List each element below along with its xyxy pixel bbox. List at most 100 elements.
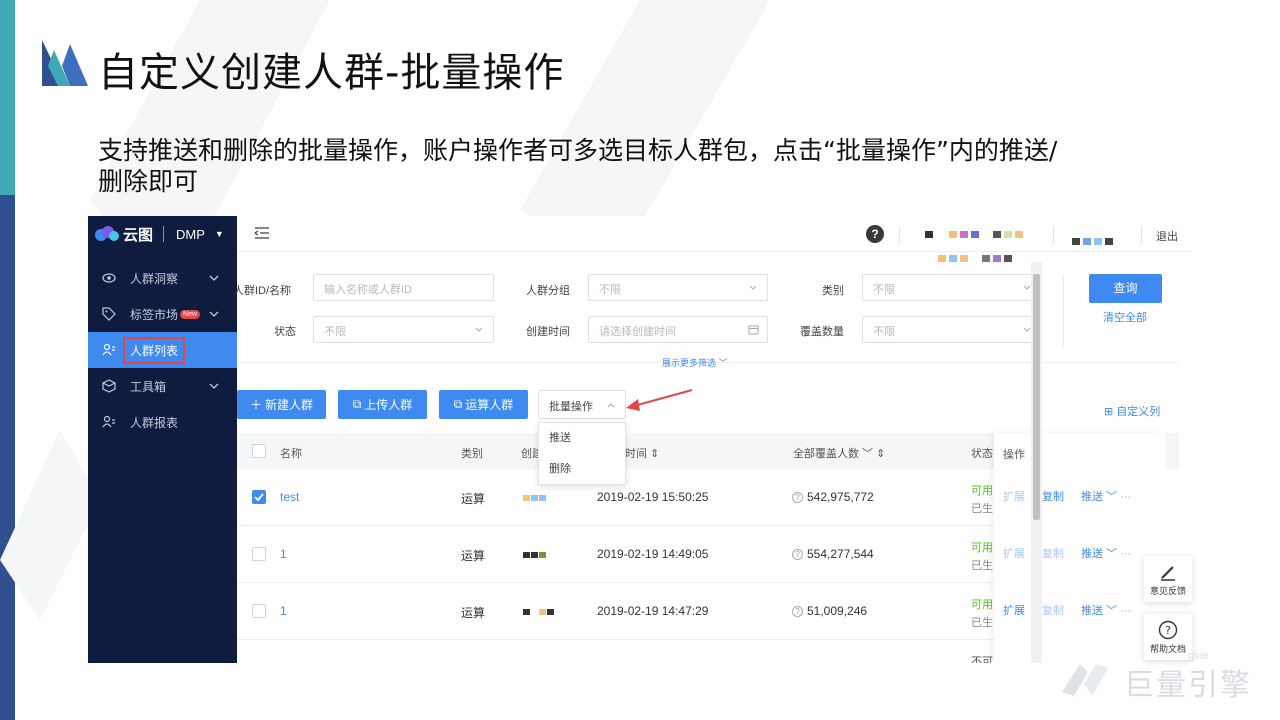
more-icon[interactable]: ···	[1120, 548, 1131, 560]
slide-description: 支持推送和删除的批量操作，账户操作者可多选目标人群包，点击“批量操作”内的推送/…	[98, 136, 1058, 196]
coverage-value: ? 542,975,772	[792, 490, 874, 504]
more-filters-toggle[interactable]: 展示更多筛选 ﹀	[662, 356, 728, 369]
expand-link[interactable]: 扩展	[1003, 602, 1025, 618]
chevron-up-icon	[607, 403, 615, 408]
filter-label-status: 状态	[274, 326, 296, 338]
column-header-status: 状态	[971, 448, 993, 460]
status-badge: 可用	[971, 599, 993, 611]
report-icon	[102, 415, 115, 428]
copy-link[interactable]: 复制	[1042, 602, 1064, 618]
category-select[interactable]: 不限	[862, 274, 1042, 301]
column-header-coverage[interactable]: 全部覆盖人数 ﹀ ⇕	[793, 445, 885, 461]
crowd-category: 运算	[461, 492, 486, 506]
chevron-down-icon	[1023, 327, 1031, 332]
sort-icon: ⇕	[650, 448, 660, 460]
sidebar-item-toolbox[interactable]: 工具箱	[88, 368, 237, 404]
product-switcher[interactable]: DMP	[176, 227, 205, 242]
batch-operation-menu: 推送 删除	[538, 422, 626, 485]
crowd-name-link[interactable]: 1	[280, 547, 287, 561]
status-badge: 可用	[971, 485, 993, 497]
status-select[interactable]: 不限	[313, 316, 494, 343]
push-dropdown[interactable]: 推送 ﹀ ···	[1081, 488, 1131, 504]
group-select[interactable]: 不限	[588, 274, 768, 301]
question-icon: ?	[792, 549, 803, 560]
help-docs-button[interactable]: ? 帮助文档	[1144, 614, 1192, 660]
push-dropdown[interactable]: 推送 ﹀ ···	[1081, 602, 1131, 618]
sidebar-item-label: 工具箱	[130, 379, 167, 394]
compute-crowd-button[interactable]: ⧉ 运算人群	[439, 390, 528, 419]
menu-collapse-icon[interactable]	[254, 226, 270, 240]
help-icon[interactable]: ?	[866, 225, 884, 243]
user-name-blurred[interactable]	[1072, 232, 1116, 250]
sort-icon: ⇕	[876, 448, 886, 460]
sidebar-item-crowd-list[interactable]: 人群列表	[88, 332, 237, 368]
eye-icon	[102, 273, 116, 283]
row-checkbox[interactable]	[252, 604, 266, 618]
column-header-time[interactable]: 时间 ⇕	[625, 445, 659, 461]
row-checkbox[interactable]	[252, 490, 266, 504]
row-checkbox[interactable]	[252, 547, 266, 561]
batch-operation-button[interactable]: 批量操作	[538, 390, 626, 419]
batch-menu-item-delete[interactable]: 删除	[539, 454, 625, 485]
app-screenshot: 云图 DMP ▼ 人群洞察 标签市场 New 人群列表 工具箱 人群报表 ? 退…	[88, 216, 1192, 663]
box-icon	[102, 379, 116, 393]
upload-crowd-button[interactable]: ⧉ 上传人群	[338, 390, 427, 419]
group-select-value: 不限	[599, 284, 621, 296]
more-icon[interactable]: ···	[1120, 491, 1131, 503]
top-bar: ? 退出	[237, 216, 1192, 262]
column-header-coverage-label: 全部覆盖人数	[793, 448, 859, 460]
status-select-value: 不限	[324, 326, 346, 338]
divider	[1053, 226, 1054, 244]
sidebar-item-crowd-report[interactable]: 人群报表	[88, 404, 237, 440]
operations-column: 操作 扩展 复制 推送 ﹀ ··· 扩展 复制 推送 ﹀ ··· 扩展 复制 推…	[994, 433, 1166, 663]
batch-menu-item-push[interactable]: 推送	[539, 423, 625, 454]
coverage-select[interactable]: 不限	[862, 316, 1042, 343]
sidebar: 云图 DMP ▼ 人群洞察 标签市场 New 人群列表 工具箱 人群报表	[88, 216, 237, 663]
question-circle-icon: ?	[1158, 620, 1178, 640]
new-badge: New	[180, 309, 201, 319]
copy-link[interactable]: 复制	[1042, 545, 1064, 561]
search-input[interactable]: 输入名称或人群ID	[313, 274, 494, 301]
question-icon: ?	[792, 606, 803, 617]
chevron-down-icon	[209, 383, 219, 389]
push-label: 推送	[1081, 491, 1103, 503]
svg-text:?: ?	[1165, 624, 1171, 637]
divider	[1063, 275, 1064, 347]
grid-icon: ⊞	[1104, 406, 1114, 418]
coverage-number: 554,277,544	[807, 547, 874, 561]
feedback-button[interactable]: 意见反馈	[1144, 556, 1192, 602]
more-icon[interactable]: ···	[1120, 605, 1131, 617]
scrollbar-thumb[interactable]	[1033, 274, 1040, 520]
chevron-down-icon	[749, 285, 757, 290]
push-label: 推送	[1081, 548, 1103, 560]
query-button[interactable]: 查询	[1089, 274, 1162, 303]
chevron-down-icon	[209, 275, 219, 281]
select-all-checkbox[interactable]	[252, 444, 266, 458]
push-dropdown[interactable]: 推送 ﹀ ···	[1081, 545, 1131, 561]
sidebar-item-insight[interactable]: 人群洞察	[88, 260, 237, 296]
more-filters-label: 展示更多筛选	[662, 358, 717, 368]
column-header-time-label: 时间	[625, 448, 647, 460]
crowd-name-link[interactable]: 1	[280, 604, 287, 618]
create-time-picker[interactable]: 请选择创建时间	[588, 316, 768, 343]
clear-all-link[interactable]: 清空全部	[1103, 309, 1147, 325]
logout-link[interactable]: 退出	[1156, 228, 1178, 244]
compute-crowd-label: 运算人群	[465, 398, 514, 412]
tag-icon	[102, 307, 116, 321]
sidebar-item-label: 人群列表	[123, 336, 186, 364]
new-crowd-button[interactable]: ＋新建人群	[237, 390, 326, 419]
users-icon	[102, 343, 115, 356]
copy-link[interactable]: 复制	[1042, 488, 1064, 504]
slide-logo-icon	[42, 40, 88, 86]
crowd-name-link[interactable]: test	[280, 490, 299, 504]
coverage-number: 51,009,246	[807, 604, 868, 618]
filter-label-create-time: 创建时间	[526, 326, 570, 338]
custom-columns-link[interactable]: ⊞ 自定义列	[1104, 403, 1160, 419]
feedback-label: 意见反馈	[1149, 586, 1186, 596]
caret-down-icon[interactable]: ▼	[215, 229, 224, 239]
expand-link[interactable]: 扩展	[1003, 488, 1025, 504]
slide-accent-bar-bottom	[0, 195, 15, 720]
expand-link[interactable]: 扩展	[1003, 545, 1025, 561]
sidebar-item-tag-market[interactable]: 标签市场 New	[88, 296, 237, 332]
slide-accent-bar-top	[0, 0, 15, 195]
